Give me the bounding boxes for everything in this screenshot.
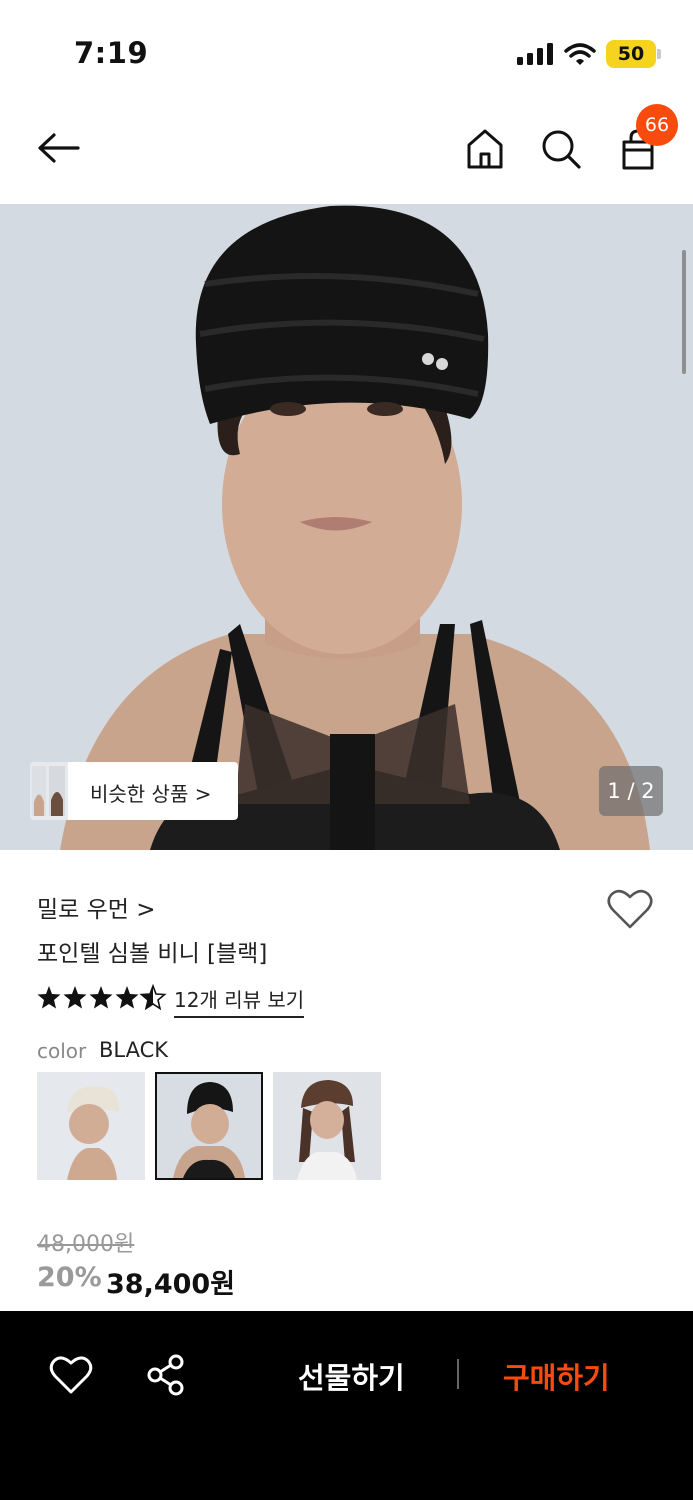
arrow-left-icon — [38, 133, 80, 163]
divider — [457, 1359, 459, 1389]
search-button[interactable] — [538, 126, 584, 172]
color-option-ivory[interactable] — [37, 1072, 145, 1180]
black-beanie-thumbnail — [157, 1074, 261, 1178]
bottom-wishlist-button[interactable] — [48, 1353, 94, 1397]
buy-button[interactable]: 구매하기 — [503, 1355, 610, 1397]
nav-bar — [0, 100, 693, 204]
star-rating-icons — [37, 985, 166, 1010]
signal-icon — [517, 43, 553, 65]
original-price: 48,000원 — [37, 1232, 135, 1257]
similar-products-label: 비슷한 상품 > — [90, 782, 212, 806]
product-image[interactable]: 비슷한 상품 > 1 / 2 — [0, 204, 693, 850]
search-icon — [542, 130, 581, 169]
heart-icon — [49, 1356, 93, 1394]
battery-tip — [657, 49, 661, 59]
sale-price: 38,400원 — [106, 1269, 236, 1300]
home-icon — [467, 129, 503, 169]
color-option-brown[interactable] — [273, 1072, 381, 1180]
image-page-indicator: 1 / 2 — [599, 766, 663, 816]
brown-beanie-thumbnail — [273, 1072, 381, 1180]
similar-thumbnails — [30, 762, 68, 820]
bottom-action-bar: 선물하기 구매하기 — [0, 1311, 693, 1500]
review-link[interactable]: 12개 리뷰 보기 — [174, 984, 305, 1018]
product-title: 포인텔 심볼 비니 [블랙] — [37, 941, 268, 967]
product-photo — [0, 204, 693, 850]
similar-products-button[interactable]: 비슷한 상품 > — [30, 762, 238, 820]
cart-count-badge: 66 — [636, 104, 678, 146]
star-rating — [37, 984, 167, 1012]
brand-link[interactable]: 밀로 우먼 > — [37, 890, 156, 924]
color-option-black[interactable] — [155, 1072, 263, 1180]
home-button[interactable] — [462, 126, 508, 172]
scroll-indicator — [682, 250, 686, 374]
share-icon — [147, 1354, 184, 1396]
status-time: 7:19 — [74, 36, 149, 70]
gift-button[interactable]: 선물하기 — [298, 1355, 405, 1397]
heart-icon — [607, 889, 653, 929]
wishlist-button[interactable] — [606, 886, 654, 932]
back-button[interactable] — [34, 128, 84, 168]
wifi-icon — [564, 42, 596, 66]
ivory-beanie-thumbnail — [37, 1072, 145, 1180]
discount-rate: 20% — [37, 1262, 102, 1293]
status-bar: 7:19 50 — [0, 0, 693, 100]
color-value: BLACK — [99, 1038, 169, 1062]
color-label: color — [37, 1039, 87, 1063]
share-button[interactable] — [144, 1353, 188, 1397]
battery-indicator: 50 — [606, 40, 656, 68]
